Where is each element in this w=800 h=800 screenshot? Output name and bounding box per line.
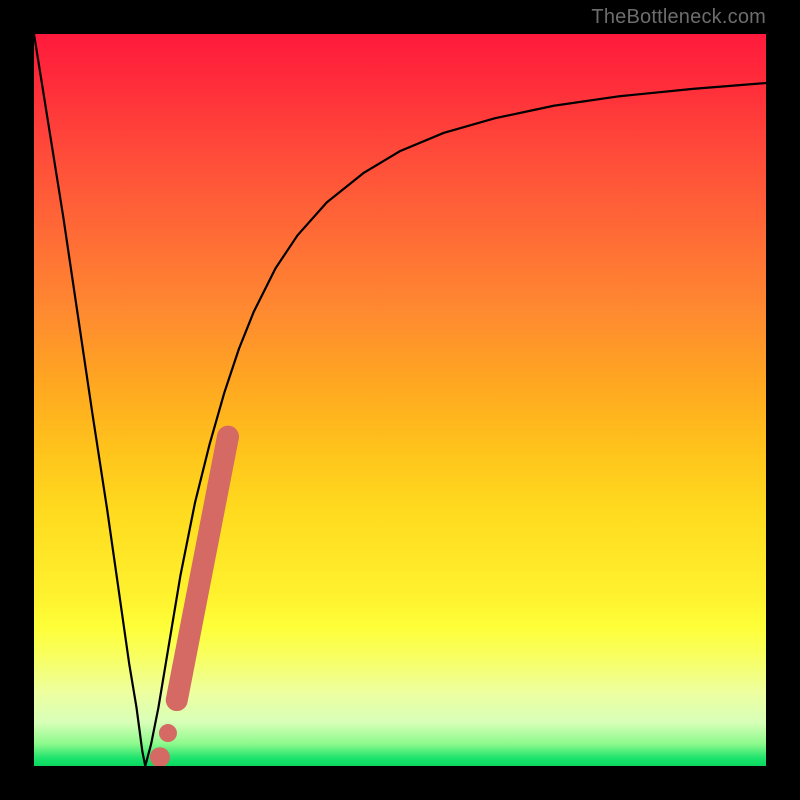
exclamation-mid xyxy=(159,724,177,742)
watermark-text: TheBottleneck.com xyxy=(591,6,766,29)
exclaim-layer xyxy=(150,437,228,766)
bottleneck-curve xyxy=(34,34,766,766)
plot-area xyxy=(34,34,766,766)
curve-layer xyxy=(34,34,766,766)
chart-frame: TheBottleneck.com xyxy=(0,0,800,800)
exclamation-dot xyxy=(150,747,170,766)
plot-svg xyxy=(34,34,766,766)
